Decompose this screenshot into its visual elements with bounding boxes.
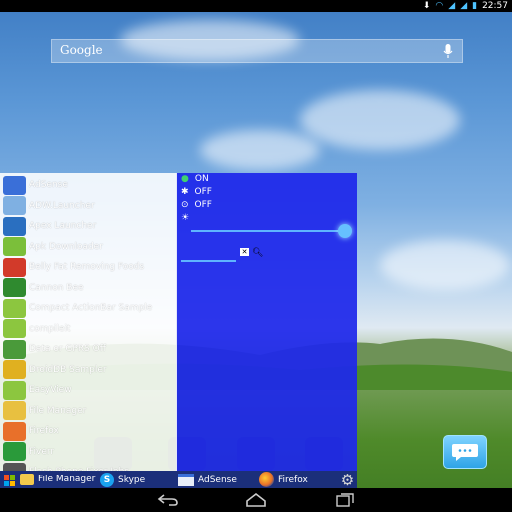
taskbar-item-firefox[interactable]: Firefox	[259, 471, 308, 488]
cloud	[300, 90, 460, 150]
taskbar-label: File Manager	[38, 475, 96, 484]
data-icon	[3, 339, 26, 359]
app-list-item[interactable]: Apex Launcher	[0, 216, 177, 236]
cloud	[200, 130, 320, 170]
wifi-status: ON	[194, 174, 209, 184]
signal-icon: ◢	[460, 1, 468, 11]
flash-icon	[3, 462, 26, 471]
adsense-icon	[178, 473, 194, 486]
adw-launcher-icon	[3, 196, 26, 215]
cannon-bee-icon	[3, 278, 26, 297]
app-list-item[interactable]: Apk Downloader	[0, 237, 177, 257]
app-label: Cannon Bee	[29, 282, 84, 293]
app-label: Apex Launcher	[29, 221, 97, 231]
bluetooth-status: OFF	[194, 187, 212, 197]
app-list-item[interactable]: DroidDB Sampler	[0, 360, 177, 380]
droiddb-icon	[3, 360, 26, 379]
app-list-item[interactable]: Data or GPRS Off	[0, 339, 177, 359]
signal-icon: ◢	[448, 1, 456, 11]
search-icon[interactable]: 🔍︎	[252, 248, 263, 258]
brightness-slider-knob[interactable]	[338, 224, 352, 238]
folder-icon	[3, 401, 26, 420]
android-icon	[3, 319, 26, 338]
wifi-icon: ●	[181, 174, 189, 184]
location-status: OFF	[194, 200, 212, 210]
panel-text-input[interactable]	[181, 260, 236, 262]
app-list-item[interactable]: ADW.Launcher	[0, 196, 177, 216]
app-list: AdSense ADW.Launcher Apex Launcher Apk Down…	[0, 173, 177, 471]
gear-icon[interactable]: ⚙	[339, 471, 356, 489]
chat-bubble-icon[interactable]	[443, 435, 487, 469]
close-icon[interactable]: ✕	[240, 248, 249, 256]
taskbar-label: AdSense	[198, 474, 237, 485]
cloud	[380, 240, 510, 290]
skype-icon: S	[100, 472, 114, 487]
brightness-icon: ☀	[181, 213, 190, 223]
app-label: File Manager	[29, 405, 87, 416]
app-list-item[interactable]: EasyView	[0, 380, 177, 400]
app-label: EasyView	[29, 385, 72, 395]
taskbar-label: Firefox	[278, 474, 308, 485]
app-label: Belly Fat Removing Foods	[29, 262, 145, 272]
app-label: AdSense	[29, 180, 68, 190]
wifi-icon: ◠	[435, 1, 444, 11]
folder-icon	[20, 474, 34, 485]
quick-settings-panel: ● ON ✱ OFF ⊙ OFF ☀	[176, 173, 357, 488]
adsense-icon	[3, 175, 26, 195]
status-time: 22:57	[482, 1, 508, 11]
app-list-item[interactable]: compileit	[0, 319, 177, 339]
windows-start-icon[interactable]	[3, 474, 15, 486]
app-list-item[interactable]: Compact ActionBar Sample	[0, 298, 177, 318]
app-list-item[interactable]: Fiverr	[0, 442, 177, 462]
google-search-bar[interactable]: Google	[51, 39, 463, 63]
panel-action-icons: ✕ 🔍︎	[240, 248, 263, 258]
app-label: compileit	[29, 323, 71, 334]
microphone-icon[interactable]	[442, 43, 454, 59]
app-list-item[interactable]: Cannon Bee	[0, 278, 177, 298]
location-toggle[interactable]: ⊙ OFF	[181, 199, 212, 211]
status-bar: ⬇ ◠ ◢ ◢ ▮ 22:57	[0, 0, 512, 12]
brightness-slider-track[interactable]	[191, 230, 346, 232]
taskbar-item-adsense[interactable]: AdSense	[178, 471, 237, 488]
app-label: Compact ActionBar Sample	[29, 303, 153, 313]
easyview-icon	[3, 380, 26, 400]
taskbar-label: Skype	[118, 474, 146, 485]
back-icon[interactable]	[157, 494, 179, 506]
navigation-bar	[0, 488, 512, 512]
app-list-item[interactable]: Belly Fat Removing Foods	[0, 257, 177, 277]
wifi-toggle[interactable]: ● ON	[181, 173, 209, 185]
taskbar-item-file-manager[interactable]: File Manager	[20, 471, 96, 488]
home-icon[interactable]	[245, 493, 267, 507]
taskbar-item-skype[interactable]: S Skype	[100, 471, 145, 488]
app-list-item[interactable]: Firefox	[0, 421, 177, 441]
app-list-item[interactable]: Flash Phone Fixer Jobs	[0, 462, 177, 471]
apex-launcher-icon	[3, 216, 26, 236]
app-list-item[interactable]: File Manager	[0, 401, 177, 421]
app-label: Firefox	[29, 426, 59, 436]
brightness-row: ☀	[181, 212, 195, 224]
app-label: DroidDB Sampler	[29, 364, 107, 375]
app-label: Data or GPRS Off	[29, 344, 106, 354]
battery-icon: ▮	[472, 1, 478, 11]
location-icon: ⊙	[181, 200, 189, 210]
app-label: Fiverr	[29, 446, 55, 457]
app-list-item[interactable]: AdSense	[0, 175, 177, 195]
android-icon	[3, 298, 26, 318]
firefox-icon	[259, 472, 274, 487]
google-search-label: Google	[60, 43, 103, 57]
bluetooth-toggle[interactable]: ✱ OFF	[181, 186, 212, 198]
recents-icon[interactable]	[335, 493, 355, 507]
apk-downloader-icon	[3, 237, 26, 256]
app-label: ADW.Launcher	[29, 200, 95, 211]
firefox-icon	[3, 421, 26, 441]
app-label: Apk Downloader	[29, 241, 103, 252]
download-icon: ⬇	[422, 1, 431, 11]
bluetooth-icon: ✱	[181, 187, 189, 197]
belly-fat-icon	[3, 257, 26, 277]
fiverr-icon	[3, 442, 26, 461]
